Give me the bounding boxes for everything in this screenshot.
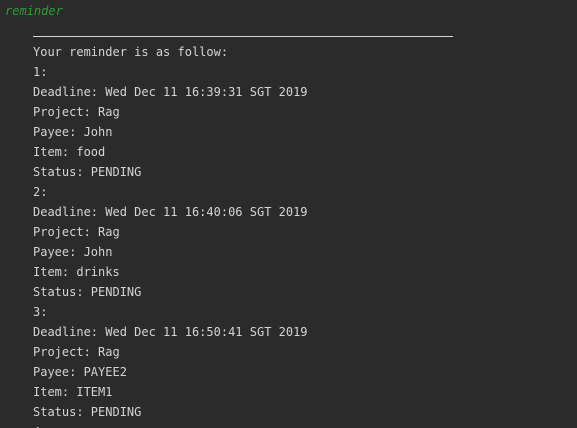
command-echo: reminder	[5, 4, 63, 18]
reminder-output: Your reminder is as follow: 1: Deadline:…	[33, 42, 308, 428]
reminder-index: 2:	[33, 185, 48, 199]
output-separator	[33, 36, 453, 37]
reminder-status: Status: PENDING	[33, 405, 142, 419]
reminder-status: Status: PENDING	[33, 165, 142, 179]
reminder-index-partial: 4:	[33, 422, 308, 428]
reminder-item: Item: ITEM1	[33, 385, 113, 399]
reminder-deadline: Deadline: Wed Dec 11 16:39:31 SGT 2019	[33, 85, 308, 99]
reminder-deadline: Deadline: Wed Dec 11 16:40:06 SGT 2019	[33, 205, 308, 219]
reminder-status: Status: PENDING	[33, 285, 142, 299]
reminder-deadline: Deadline: Wed Dec 11 16:50:41 SGT 2019	[33, 325, 308, 339]
reminder-payee: Payee: John	[33, 245, 113, 259]
reminder-payee: Payee: PAYEE2	[33, 365, 127, 379]
reminder-project: Project: Rag	[33, 225, 120, 239]
output-header: Your reminder is as follow:	[33, 45, 229, 59]
reminder-index: 1:	[33, 65, 48, 79]
reminder-payee: Payee: John	[33, 125, 113, 139]
reminder-item: Item: drinks	[33, 265, 120, 279]
reminder-project: Project: Rag	[33, 105, 120, 119]
reminder-project: Project: Rag	[33, 345, 120, 359]
console-output-panel: reminder Your reminder is as follow: 1: …	[0, 0, 577, 428]
reminder-item: Item: food	[33, 145, 106, 159]
reminder-index: 3:	[33, 305, 48, 319]
